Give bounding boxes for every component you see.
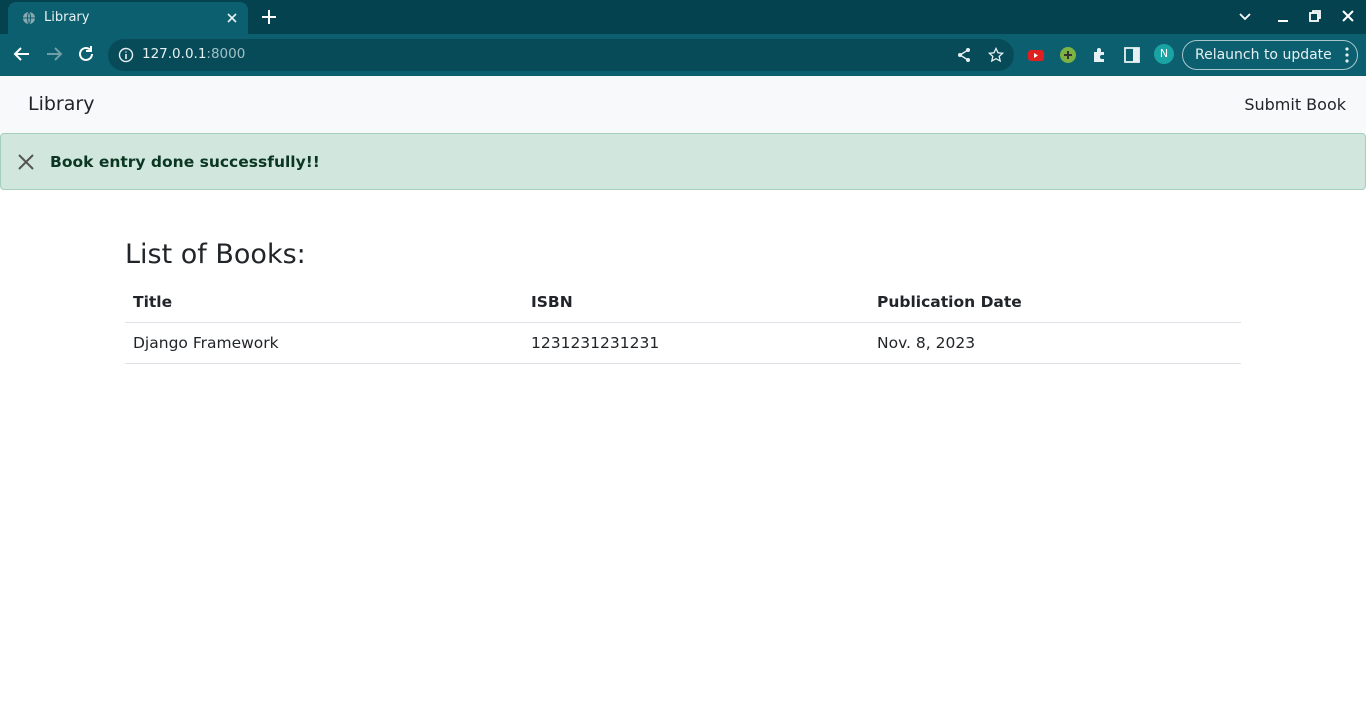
info-icon[interactable] (118, 47, 134, 63)
address-bar[interactable]: 127.0.0.1:8000 (108, 39, 1014, 71)
green-extension-icon[interactable] (1059, 46, 1077, 64)
tab-title: Library (44, 10, 90, 25)
url-text: 127.0.0.1:8000 (142, 46, 245, 62)
url-host: 127.0.0.1 (142, 46, 207, 62)
extension-icon[interactable] (1091, 46, 1109, 64)
back-icon[interactable] (12, 44, 32, 64)
column-header-publication-date: Publication Date (869, 282, 1241, 323)
close-window-icon[interactable] (1340, 8, 1356, 24)
page-title: List of Books: (125, 239, 306, 270)
submit-book-link[interactable]: Submit Book (1244, 95, 1346, 114)
chevron-down-icon[interactable] (1237, 8, 1253, 24)
table-row: Django Framework 1231231231231 Nov. 8, 2… (125, 322, 1241, 364)
avatar[interactable]: N (1154, 44, 1174, 64)
url-port: :8000 (206, 46, 246, 62)
forward-icon[interactable] (44, 44, 64, 64)
relaunch-button[interactable]: Relaunch to update (1182, 40, 1358, 70)
minimize-icon[interactable] (1275, 8, 1291, 24)
globe-icon (23, 11, 35, 25)
brand-link[interactable]: Library (28, 93, 94, 115)
browser-tab[interactable]: Library (8, 2, 248, 34)
column-header-title: Title (125, 282, 523, 323)
browser-toolbar: 127.0.0.1:8000 N Relaunch to update (0, 34, 1366, 76)
close-icon[interactable] (17, 153, 35, 171)
relaunch-label: Relaunch to update (1195, 47, 1332, 63)
site-navbar: Library Submit Book (0, 76, 1366, 133)
menu-dots-icon[interactable] (1345, 47, 1349, 63)
cell-isbn: 1231231231231 (523, 322, 869, 364)
reload-icon[interactable] (76, 44, 96, 64)
books-table: Title ISBN Publication Date Django Frame… (125, 282, 1241, 364)
success-alert: Book entry done successfully!! (0, 133, 1366, 190)
tab-strip: Library (0, 0, 1366, 34)
share-icon[interactable] (956, 47, 972, 63)
table-header-row: Title ISBN Publication Date (125, 282, 1241, 323)
cell-publication-date: Nov. 8, 2023 (869, 322, 1241, 364)
sidepanel-icon[interactable] (1123, 46, 1141, 64)
cell-title: Django Framework (125, 322, 523, 364)
plus-icon[interactable] (260, 8, 278, 26)
youtube-extension-icon[interactable] (1027, 46, 1045, 64)
column-header-isbn: ISBN (523, 282, 869, 323)
star-icon[interactable] (988, 47, 1004, 63)
restore-icon[interactable] (1307, 8, 1323, 24)
close-icon[interactable] (224, 10, 240, 26)
alert-message: Book entry done successfully!! (50, 153, 320, 171)
